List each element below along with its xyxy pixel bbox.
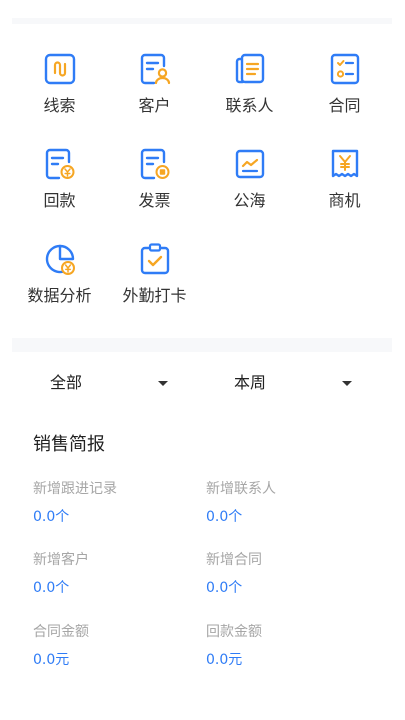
stat-value: 0.0个 (206, 509, 243, 525)
stat-new-customers[interactable]: 新增客户 0.0个 (33, 550, 203, 598)
opportunity-icon (331, 149, 359, 178)
field-checkin-icon (140, 243, 170, 275)
stat-label: 新增合同 (206, 552, 262, 568)
module-label: 合同 (328, 96, 361, 115)
stat-value: 0.0个 (206, 580, 243, 596)
module-label: 发票 (138, 191, 171, 210)
data-analysis-icon (45, 244, 75, 275)
module-label: 商机 (328, 191, 361, 210)
stat-value: 0.0个 (33, 580, 70, 596)
stat-value: 0.0元 (206, 652, 243, 668)
chevron-down-icon (342, 381, 352, 386)
contact-icon (235, 53, 265, 84)
module-field-checkin[interactable]: 外勤打卡 (107, 230, 202, 320)
scope-filter[interactable]: 全部 (12, 368, 192, 398)
period-filter-value: 本周 (234, 373, 267, 392)
stat-label: 合同金额 (33, 624, 89, 640)
stat-value: 0.0元 (33, 652, 70, 668)
module-label: 公海 (233, 191, 266, 210)
section-divider (12, 338, 392, 352)
stat-new-contracts[interactable]: 新增合同 0.0个 (206, 550, 376, 598)
public-pool-icon (235, 149, 265, 179)
module-opportunity[interactable]: 商机 (297, 135, 392, 225)
module-invoice[interactable]: 发票 (107, 135, 202, 225)
module-contact[interactable]: 联系人 (202, 40, 297, 130)
scope-filter-value: 全部 (50, 373, 83, 392)
module-label: 数据分析 (27, 286, 92, 305)
module-customer[interactable]: 客户 (107, 40, 202, 130)
stat-contract-amount[interactable]: 合同金额 0.0元 (33, 622, 203, 670)
module-data-analysis[interactable]: 数据分析 (12, 230, 107, 320)
period-filter[interactable]: 本周 (205, 368, 385, 398)
contract-icon (330, 53, 360, 85)
payment-icon (45, 148, 75, 180)
module-label: 联系人 (225, 96, 274, 115)
stat-value: 0.0个 (33, 509, 70, 525)
module-clue[interactable]: 线索 (12, 40, 107, 130)
chevron-down-icon (158, 381, 168, 386)
module-label: 客户 (138, 96, 171, 115)
module-label: 回款 (43, 191, 76, 210)
stat-label: 新增客户 (33, 552, 89, 568)
clue-icon (44, 53, 76, 85)
module-contract[interactable]: 合同 (297, 40, 392, 130)
stat-label: 新增跟进记录 (33, 481, 117, 497)
crm-home: 线索 客户 联系人 合同 回款 发票 公海 商机 数据分析 外勤打卡 全部 本周… (0, 0, 405, 720)
module-label: 外勤打卡 (122, 286, 187, 305)
stat-label: 回款金额 (206, 624, 262, 640)
top-divider (12, 18, 392, 24)
stat-label: 新增联系人 (206, 481, 276, 497)
stat-new-follow-ups[interactable]: 新增跟进记录 0.0个 (33, 479, 203, 527)
report-title: 销售简报 (33, 434, 105, 455)
module-payment[interactable]: 回款 (12, 135, 107, 225)
module-label: 线索 (43, 96, 76, 115)
invoice-icon (140, 148, 170, 180)
customer-icon (140, 53, 171, 85)
stat-new-contacts[interactable]: 新增联系人 0.0个 (206, 479, 376, 527)
module-public-pool[interactable]: 公海 (202, 135, 297, 225)
stat-payment-amount[interactable]: 回款金额 0.0元 (206, 622, 376, 670)
